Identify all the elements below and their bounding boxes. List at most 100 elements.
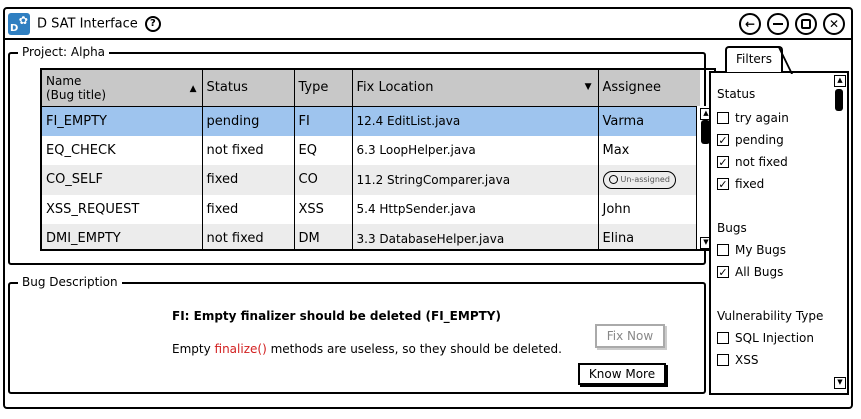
cell-assignee: Varma [598, 106, 701, 136]
table-row[interactable]: DMI_EMPTY not fixed DM 3.3 DatabaseHelpe… [42, 224, 701, 249]
unassigned-label: Un-assigned [620, 175, 670, 185]
filter-status-pending[interactable]: ✓ pending [717, 133, 784, 147]
scroll-down-icon[interactable]: ▼ [834, 377, 846, 389]
col-fix-header[interactable]: Fix Location ▼ [352, 70, 599, 107]
col-status-header[interactable]: Status [202, 70, 295, 107]
checkbox-unchecked[interactable] [717, 112, 729, 124]
cell-name: EQ_CHECK [42, 135, 203, 165]
cell-assignee: Un-assigned [598, 165, 701, 195]
checkbox-unchecked[interactable] [717, 354, 729, 366]
filter-label: fixed [735, 177, 765, 191]
bug-text: Empty finalize() methods are useless, so… [172, 342, 562, 356]
maximize-icon[interactable] [795, 13, 817, 35]
cell-fix-location: 6.3 LoopHelper.java [352, 135, 599, 165]
bug-text-code: finalize() [214, 342, 267, 356]
filters-scrollbar[interactable]: ▲ ▼ [833, 73, 847, 393]
cell-assignee: Elina [598, 224, 701, 249]
window-controls: ← ✕ [739, 13, 845, 35]
checkbox-checked[interactable]: ✓ [717, 156, 729, 168]
bug-title: FI: Empty finalizer should be deleted (F… [172, 309, 501, 323]
col-status-label: Status [206, 80, 248, 96]
cell-status: fixed [202, 194, 295, 224]
cell-status: pending [202, 106, 295, 136]
cell-assignee: Max [598, 135, 701, 165]
table-row[interactable]: EQ_CHECK not fixed EQ 6.3 LoopHelper.jav… [42, 135, 701, 165]
cell-name: XSS_REQUEST [42, 194, 203, 224]
cell-type: EQ [294, 135, 353, 165]
checkbox-unchecked[interactable] [717, 332, 729, 344]
bug-text-before: Empty [172, 342, 215, 356]
checkbox-checked[interactable]: ✓ [717, 134, 729, 146]
checkbox-checked[interactable]: ✓ [717, 266, 729, 278]
table-row[interactable]: CO_SELF fixed CO 11.2 StringComparer.jav… [42, 165, 701, 195]
back-icon[interactable]: ← [739, 13, 761, 35]
filter-label: try again [735, 111, 789, 125]
col-fix-label: Fix Location [356, 80, 434, 96]
project-legend: Project: Alpha [18, 45, 110, 59]
col-name-header[interactable]: Name (Bug title) ▲ [42, 70, 203, 107]
bug-table: Name (Bug title) ▲ Status Type Fix Locati… [40, 68, 716, 251]
filter-label: XSS [735, 353, 759, 367]
table-row[interactable]: XSS_REQUEST fixed XSS 5.4 HttpSender.jav… [42, 194, 701, 224]
search-icon [608, 175, 618, 185]
cell-name: CO_SELF [42, 165, 203, 195]
filter-sql-injection[interactable]: SQL Injection [717, 331, 814, 345]
cell-fix-location: 11.2 StringComparer.java [352, 165, 599, 195]
filter-status-fixed[interactable]: ✓ fixed [717, 177, 764, 191]
col-assignee-label: Assignee [602, 80, 662, 96]
cell-fix-location: 3.3 DatabaseHelper.java [352, 224, 599, 249]
sort-up-icon[interactable]: ▲ [190, 82, 197, 96]
window-title: D SAT Interface ? [37, 16, 161, 32]
filter-status-not-fixed[interactable]: ✓ not fixed [717, 155, 788, 169]
filter-xss[interactable]: XSS [717, 353, 758, 367]
filter-label: All Bugs [735, 265, 784, 279]
checkbox-unchecked[interactable] [717, 244, 729, 256]
app-logo-icon: D ✿ [8, 13, 30, 35]
col-name-label: Name (Bug title) [46, 73, 107, 102]
bugs-filter-title: Bugs [717, 221, 747, 235]
filter-my-bugs[interactable]: My Bugs [717, 243, 786, 257]
cell-status: not fixed [202, 224, 295, 249]
cell-fix-location: 5.4 HttpSender.java [352, 194, 599, 224]
cell-assignee: John [598, 194, 701, 224]
cell-name: FI_EMPTY [42, 106, 203, 136]
cell-type: CO [294, 165, 353, 195]
col-type-label: Type [298, 80, 329, 96]
filter-label: SQL Injection [735, 331, 815, 345]
filter-status-try-again[interactable]: try again [717, 111, 789, 125]
col-assignee-header[interactable]: Assignee [598, 70, 700, 107]
table-header: Name (Bug title) ▲ Status Type Fix Locati… [42, 70, 700, 107]
filter-label: not fixed [735, 155, 788, 169]
filter-all-bugs[interactable]: ✓ All Bugs [717, 265, 783, 279]
cell-type: FI [294, 106, 353, 136]
bug-description-legend: Bug Description [18, 275, 122, 289]
cell-fix-location: 12.4 EditList.java [352, 106, 599, 136]
scroll-thumb[interactable] [835, 89, 843, 111]
cell-status: not fixed [202, 135, 295, 165]
sort-down-icon[interactable]: ▼ [585, 82, 592, 92]
minimize-icon[interactable] [767, 13, 789, 35]
cell-type: DM [294, 224, 353, 249]
vuln-filter-title: Vulnerability Type [717, 309, 824, 323]
scroll-up-icon[interactable]: ▲ [834, 75, 846, 87]
table-row[interactable]: FI_EMPTY pending FI 12.4 EditList.java V… [42, 106, 701, 136]
bug-text-after: methods are useless, so they should be d… [266, 342, 562, 356]
assignee-search-field[interactable]: Un-assigned [602, 170, 676, 189]
checkbox-checked[interactable]: ✓ [717, 178, 729, 190]
close-icon[interactable]: ✕ [823, 13, 845, 35]
cell-type: XSS [294, 194, 353, 224]
cell-name: DMI_EMPTY [42, 224, 203, 249]
filter-label: pending [735, 133, 784, 147]
project-group: Project: Alpha Name (Bug title) ▲ Status … [8, 45, 716, 265]
help-icon[interactable]: ? [144, 16, 161, 32]
title-bar: D ✿ D SAT Interface ? ← ✕ [5, 9, 851, 40]
bug-description-group: Bug Description FI: Empty finalizer shou… [8, 275, 706, 394]
col-type-header[interactable]: Type [294, 70, 353, 107]
filters-panel: Status try again ✓ pending ✓ not fixed ✓ fi… [709, 71, 849, 395]
know-more-button[interactable]: Know More [578, 363, 666, 385]
fix-now-button[interactable]: Fix Now [595, 324, 665, 348]
tab-filters[interactable]: Filters [725, 46, 783, 72]
window-title-text: D SAT Interface [37, 16, 138, 32]
status-filter-title: Status [717, 87, 756, 101]
filter-label: My Bugs [735, 243, 786, 257]
